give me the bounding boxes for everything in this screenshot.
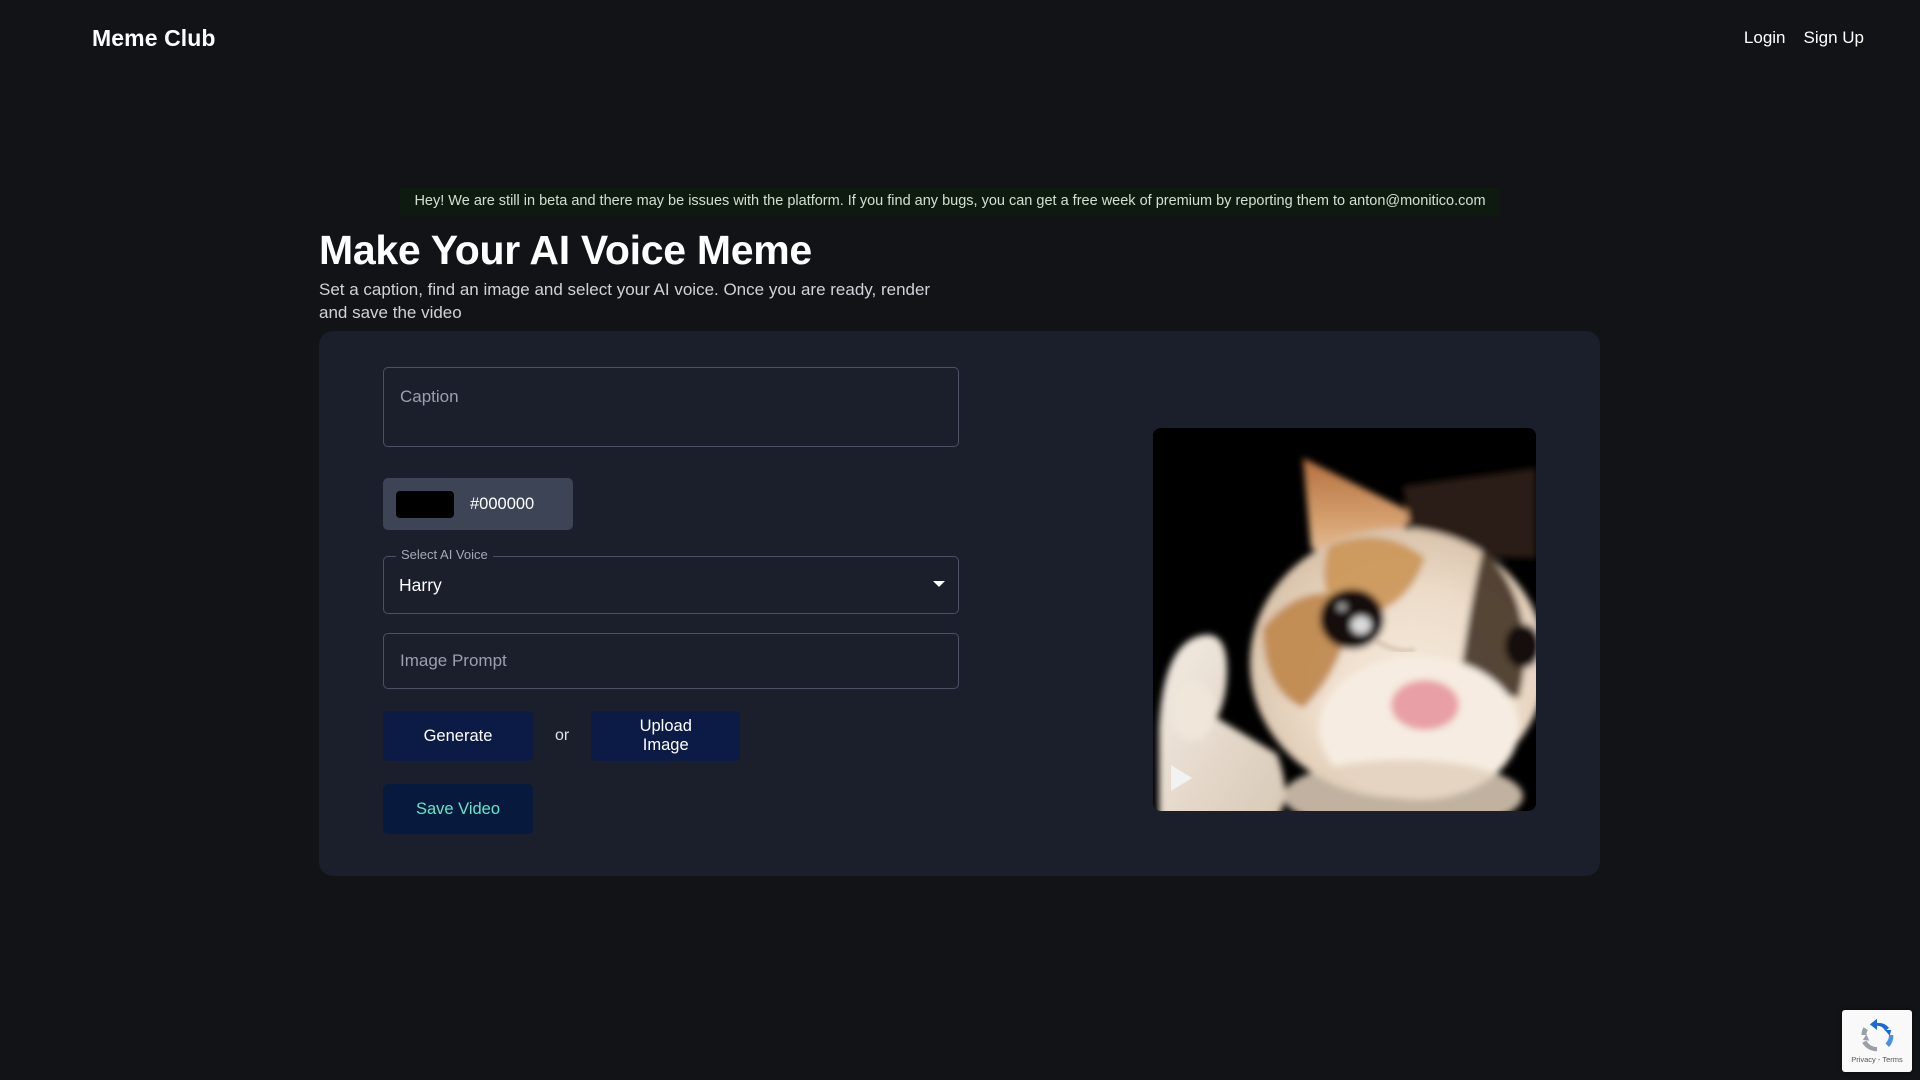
- color-swatch[interactable]: [396, 490, 454, 518]
- voice-select-value: Harry: [399, 574, 442, 595]
- page-title: Make Your AI Voice Meme: [319, 227, 812, 273]
- action-button-row: Generate or Upload Image: [383, 711, 959, 761]
- save-video-button[interactable]: Save Video: [383, 784, 533, 834]
- image-prompt-input[interactable]: [383, 633, 959, 689]
- color-picker[interactable]: #000000: [383, 478, 573, 530]
- crying-cat-meme-image: [1153, 428, 1536, 811]
- recaptcha-icon: [1861, 1018, 1894, 1052]
- page-root: Meme Club Login Sign Up Hey! We are stil…: [0, 0, 1920, 1080]
- editor-card: #000000 Select AI Voice Harry Generate o…: [319, 331, 1600, 876]
- page-subtitle: Set a caption, find an image and select …: [319, 280, 931, 323]
- nav-links: Login Sign Up: [1744, 28, 1864, 48]
- play-icon[interactable]: [1171, 765, 1192, 791]
- beta-banner: Hey! We are still in beta and there may …: [400, 188, 1500, 216]
- caption-input[interactable]: [383, 367, 959, 447]
- brand-logo[interactable]: Meme Club: [92, 25, 216, 52]
- form-column: #000000 Select AI Voice Harry Generate o…: [383, 367, 959, 834]
- color-hex-value: #000000: [470, 494, 535, 513]
- navbar: Meme Club Login Sign Up: [0, 0, 1920, 76]
- login-link[interactable]: Login: [1744, 28, 1786, 48]
- chevron-down-icon[interactable]: [933, 581, 945, 587]
- voice-select-outline: [383, 556, 959, 614]
- video-preview[interactable]: [1153, 428, 1536, 811]
- signup-link[interactable]: Sign Up: [1804, 28, 1864, 48]
- upload-image-button[interactable]: Upload Image: [591, 711, 741, 761]
- or-separator-label: or: [555, 727, 570, 744]
- recaptcha-privacy-terms[interactable]: Privacy - Terms: [1851, 1055, 1903, 1064]
- voice-select[interactable]: Select AI Voice Harry: [383, 548, 959, 614]
- recaptcha-badge[interactable]: Privacy - Terms: [1842, 1010, 1912, 1072]
- generate-button[interactable]: Generate: [383, 711, 533, 761]
